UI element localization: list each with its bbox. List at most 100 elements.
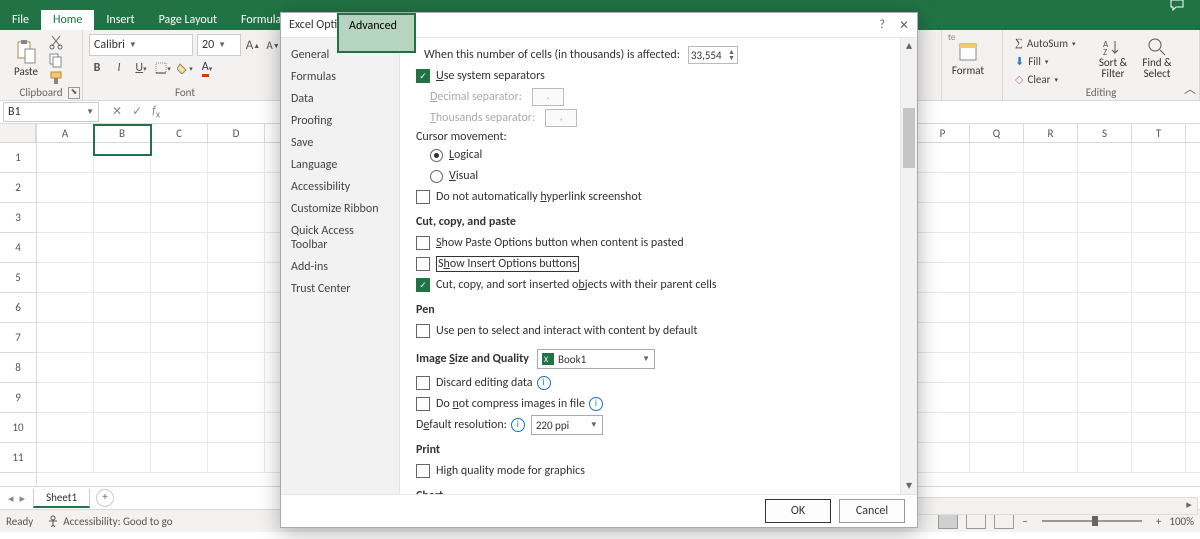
- cell[interactable]: [94, 353, 151, 382]
- cell[interactable]: [94, 173, 151, 202]
- fill-color-icon[interactable]: ▾: [177, 60, 193, 76]
- cell[interactable]: [970, 173, 1024, 202]
- cell[interactable]: [970, 263, 1024, 292]
- row-header[interactable]: 5: [0, 263, 36, 293]
- options-nav-item[interactable]: Formulas: [281, 66, 399, 88]
- scroll-up-icon[interactable]: ▴: [901, 38, 917, 54]
- cell[interactable]: [970, 293, 1024, 322]
- row-header[interactable]: 3: [0, 203, 36, 233]
- info-icon[interactable]: i: [537, 376, 551, 390]
- info-icon[interactable]: i: [589, 397, 603, 411]
- show-paste-options-checkbox[interactable]: [416, 236, 430, 250]
- cell[interactable]: [1078, 383, 1132, 412]
- cell[interactable]: [208, 203, 265, 232]
- tab-file[interactable]: File: [0, 10, 41, 30]
- zoom-value[interactable]: 100%: [1169, 515, 1194, 528]
- cell[interactable]: [1078, 233, 1132, 262]
- cell[interactable]: [1132, 353, 1186, 382]
- zoom-out-icon[interactable]: −: [1022, 515, 1027, 528]
- cell[interactable]: [208, 353, 265, 382]
- cell[interactable]: [37, 143, 94, 172]
- cell[interactable]: [94, 383, 151, 412]
- image-workbook-dropdown[interactable]: X Book1▼: [537, 349, 655, 369]
- cell[interactable]: [1024, 173, 1078, 202]
- font-name-combo[interactable]: Calibri▼: [89, 34, 193, 56]
- default-resolution-dropdown[interactable]: 220 ppi▼: [531, 415, 603, 435]
- cell[interactable]: [916, 383, 970, 412]
- cell[interactable]: [94, 323, 151, 352]
- cell[interactable]: [151, 383, 208, 412]
- column-header[interactable]: S: [1078, 124, 1132, 142]
- cell[interactable]: [151, 443, 208, 472]
- cell[interactable]: [1024, 143, 1078, 172]
- cell[interactable]: [1078, 173, 1132, 202]
- sheet-tab[interactable]: Sheet1: [33, 489, 90, 508]
- cell[interactable]: [1024, 233, 1078, 262]
- cell[interactable]: [1024, 353, 1078, 382]
- clipboard-launcher[interactable]: ⬊: [68, 87, 80, 99]
- column-header[interactable]: P: [916, 124, 970, 142]
- row-header[interactable]: 7: [0, 323, 36, 353]
- underline-icon[interactable]: U▾: [133, 60, 149, 76]
- cell[interactable]: [94, 143, 151, 172]
- sort-filter-button[interactable]: AZ Sort & Filter: [1091, 32, 1135, 84]
- options-nav-item[interactable]: Accessibility: [281, 176, 399, 198]
- options-nav-item[interactable]: Language: [281, 154, 399, 176]
- cell[interactable]: [1024, 443, 1078, 472]
- sheet-nav-prev-icon[interactable]: ◂: [8, 492, 14, 505]
- font-size-combo[interactable]: 20▼: [197, 34, 241, 56]
- copy-icon[interactable]: [48, 52, 64, 68]
- cell[interactable]: [151, 143, 208, 172]
- cancel-formula-icon[interactable]: ✕: [112, 104, 122, 119]
- cell[interactable]: [1078, 293, 1132, 322]
- column-header[interactable]: D: [208, 124, 265, 142]
- comments-icon[interactable]: [1170, 0, 1186, 11]
- accessibility-status[interactable]: Accessibility: Good to go: [47, 515, 172, 528]
- cell[interactable]: [1024, 383, 1078, 412]
- cell[interactable]: [37, 443, 94, 472]
- row-header[interactable]: 8: [0, 353, 36, 383]
- increase-font-icon[interactable]: A▲: [245, 37, 261, 53]
- cell[interactable]: [1024, 413, 1078, 442]
- cell[interactable]: [208, 263, 265, 292]
- cell[interactable]: [94, 233, 151, 262]
- row-header[interactable]: 1: [0, 143, 36, 173]
- page-layout-view-icon[interactable]: [966, 513, 986, 529]
- cell[interactable]: [970, 413, 1024, 442]
- cell[interactable]: [1132, 383, 1186, 412]
- cell[interactable]: [916, 323, 970, 352]
- cell[interactable]: [151, 203, 208, 232]
- cut-icon[interactable]: [48, 34, 64, 50]
- cell[interactable]: [208, 233, 265, 262]
- cell[interactable]: [1078, 443, 1132, 472]
- horizontal-scrollbar[interactable]: ▸: [916, 497, 1198, 515]
- cell[interactable]: [151, 173, 208, 202]
- bold-icon[interactable]: B: [89, 60, 105, 76]
- cell[interactable]: [208, 293, 265, 322]
- row-header[interactable]: 11: [0, 443, 36, 473]
- no-hyperlink-checkbox[interactable]: [416, 190, 430, 204]
- column-header[interactable]: Q: [970, 124, 1024, 142]
- cell[interactable]: [916, 293, 970, 322]
- cell[interactable]: [1078, 263, 1132, 292]
- cell[interactable]: [208, 173, 265, 202]
- cell[interactable]: [916, 413, 970, 442]
- cell[interactable]: [916, 353, 970, 382]
- cell[interactable]: [208, 443, 265, 472]
- tab-home[interactable]: Home: [41, 10, 94, 30]
- select-all-corner[interactable]: [0, 124, 36, 143]
- cell[interactable]: [37, 173, 94, 202]
- cell[interactable]: [1024, 263, 1078, 292]
- cell[interactable]: [1078, 143, 1132, 172]
- cell[interactable]: [1132, 323, 1186, 352]
- cell[interactable]: [151, 263, 208, 292]
- cell[interactable]: [916, 173, 970, 202]
- column-header[interactable]: C: [151, 124, 208, 142]
- cell[interactable]: [208, 413, 265, 442]
- cell[interactable]: [37, 263, 94, 292]
- no-compress-checkbox[interactable]: [416, 397, 430, 411]
- cell[interactable]: [970, 233, 1024, 262]
- cell[interactable]: [1078, 323, 1132, 352]
- options-nav-item[interactable]: Trust Center: [281, 278, 399, 300]
- cell[interactable]: [1024, 323, 1078, 352]
